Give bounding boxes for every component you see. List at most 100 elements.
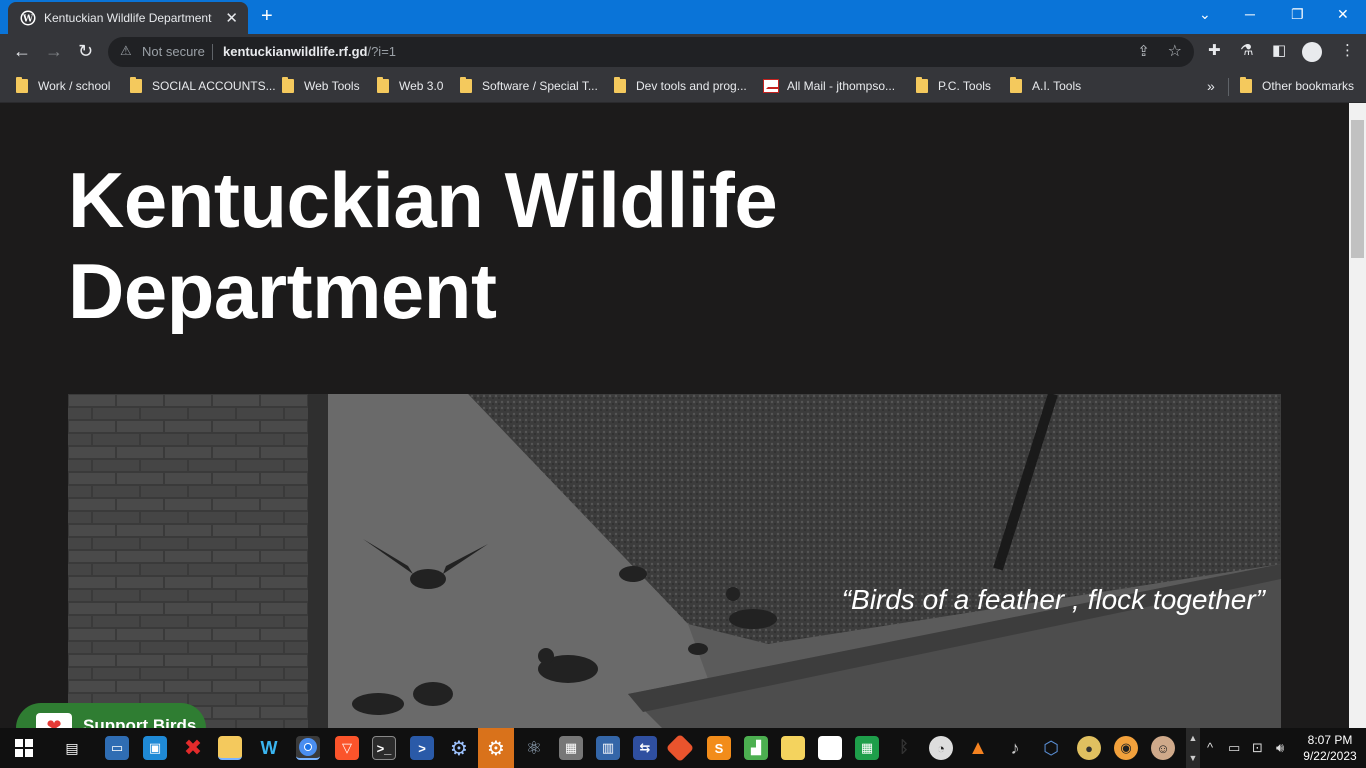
divider xyxy=(1228,78,1229,96)
bookmark-work-school[interactable]: Work / school xyxy=(16,76,110,96)
package-icon[interactable]: ▦ xyxy=(559,736,583,760)
forward-arrow-icon[interactable]: → xyxy=(45,42,63,60)
clock-time: 8:07 PM xyxy=(1307,733,1353,747)
task-view-icon[interactable]: ▤ xyxy=(60,736,84,760)
bookmark-web-tools[interactable]: Web Tools xyxy=(282,76,360,96)
bookmarks-bar: Work / school SOCIAL ACCOUNTS... Web Too… xyxy=(0,70,1366,103)
settings-gear-icon[interactable]: ⚙ xyxy=(447,736,471,760)
powershell-icon[interactable]: > xyxy=(410,736,434,760)
vlc-icon[interactable]: ▲ xyxy=(966,736,990,760)
side-panel-icon[interactable]: ◧ xyxy=(1272,41,1286,59)
file-explorer-icon[interactable] xyxy=(218,736,242,760)
bookmark-social-accounts[interactable]: SOCIAL ACCOUNTS... xyxy=(130,76,276,96)
warning-triangle-icon[interactable]: ⚠ xyxy=(120,43,132,59)
support-birds-button[interactable]: ❤ Support Birds xyxy=(16,703,206,728)
eye-app-icon[interactable]: ◉ xyxy=(1114,736,1138,760)
tray-overflow-icon[interactable]: ^ xyxy=(1207,740,1213,755)
tab-close-icon[interactable]: ✕ xyxy=(225,9,238,27)
folder-icon xyxy=(282,77,294,93)
bluetooth-icon[interactable]: ᛒ xyxy=(892,736,916,760)
tab-search-icon[interactable]: ⌄ xyxy=(1199,6,1211,23)
bookmarks-overflow-icon[interactable]: » xyxy=(1207,78,1215,94)
taskbar-clock[interactable]: 8:07 PM 9/22/2023 xyxy=(1300,732,1360,764)
bookmark-label: Web Tools xyxy=(304,79,360,93)
menu-kebab-icon[interactable]: ⋮ xyxy=(1340,41,1355,59)
brave-icon[interactable]: ▽ xyxy=(335,736,359,760)
tab-title: Kentuckian Wildlife Department xyxy=(44,11,212,25)
bookmark-label: Work / school xyxy=(38,79,111,93)
folder-icon xyxy=(16,77,28,93)
folder-icon xyxy=(916,77,928,93)
gmail-icon xyxy=(763,79,779,93)
folder-icon xyxy=(130,77,142,93)
bookmark-pc-tools[interactable]: P.C. Tools xyxy=(916,76,991,96)
labs-flask-icon[interactable]: ⚗ xyxy=(1240,41,1253,59)
back-arrow-icon[interactable]: ← xyxy=(13,42,31,60)
bookmark-label: Other bookmarks xyxy=(1262,79,1355,93)
folder-icon xyxy=(1010,77,1022,93)
document-icon[interactable] xyxy=(818,736,842,760)
bookmark-all-mail[interactable]: All Mail - jthompso... xyxy=(763,76,895,96)
avatar-app-icon[interactable]: ☺ xyxy=(1151,736,1175,760)
bookmark-other[interactable]: Other bookmarks xyxy=(1240,76,1354,96)
bookmark-web-3[interactable]: Web 3.0 xyxy=(377,76,443,96)
sheets-icon[interactable]: ▦ xyxy=(855,736,879,760)
scrollbar-thumb[interactable] xyxy=(1351,120,1364,258)
bookmark-ai-tools[interactable]: A.I. Tools xyxy=(1010,76,1081,96)
divider xyxy=(212,44,213,60)
restore-icon[interactable]: ❐ xyxy=(1291,6,1304,23)
folder-icon xyxy=(1240,77,1252,93)
bookmark-software[interactable]: Software / Special T... xyxy=(460,76,598,96)
chrome-icon[interactable] xyxy=(296,736,320,760)
browser-toolbar: ← → ↻ ⚠ Not secure kentuckianwildlife.rf… xyxy=(0,34,1366,70)
url-domain: kentuckianwildlife.rf.gd xyxy=(223,44,368,59)
disc-icon[interactable]: ● xyxy=(1077,736,1101,760)
control-panel-icon[interactable]: ▣ xyxy=(143,736,167,760)
virtualbox-icon[interactable]: ⬡ xyxy=(1039,736,1063,760)
microphone-icon[interactable]: ♪ xyxy=(1003,736,1027,760)
bookmark-star-icon[interactable]: ☆ xyxy=(1168,41,1182,61)
minimize-icon[interactable]: ─ xyxy=(1245,6,1255,22)
new-tab-button[interactable]: + xyxy=(261,5,273,28)
taskbar-scroll-arrows[interactable]: ▲ ▼ xyxy=(1186,728,1200,768)
site-title-line1: Kentuckian Wildlife xyxy=(68,156,778,244)
remote-icon[interactable]: ⇆ xyxy=(633,736,657,760)
extensions-puzzle-icon[interactable]: ✚ xyxy=(1208,41,1221,59)
network-icon[interactable]: ▥ xyxy=(596,736,620,760)
security-label[interactable]: Not secure xyxy=(142,44,205,59)
site-title-line2: Department xyxy=(68,247,497,335)
hero-image: “Birds of a feather , flock together” xyxy=(68,394,1281,728)
url-text[interactable]: kentuckianwildlife.rf.gd/?i=1 xyxy=(223,44,396,59)
terminal-icon[interactable]: >_ xyxy=(372,736,396,760)
settings-app-icon[interactable]: ⚙ xyxy=(478,728,514,768)
sublime-icon[interactable]: S xyxy=(707,736,731,760)
bookmark-label: Dev tools and prog... xyxy=(636,79,747,93)
folder-icon xyxy=(614,77,626,93)
spreadsheet-icon[interactable]: ▟ xyxy=(744,736,768,760)
site-title: Kentuckian Wildlife Department xyxy=(68,155,968,337)
share-icon[interactable]: ⇪ xyxy=(1137,42,1150,60)
bookmark-label: A.I. Tools xyxy=(1032,79,1082,93)
folder-icon xyxy=(460,77,472,93)
volume-icon[interactable]: 🔊︎ xyxy=(1276,740,1284,756)
network-tray-icon[interactable]: ⊡ xyxy=(1252,740,1263,756)
window-title-bar: W Kentuckian Wildlife Department ✕ + ⌄ ─… xyxy=(0,0,1366,34)
window-close-icon[interactable]: ✕ xyxy=(1337,6,1349,23)
computer-icon[interactable]: ▭ xyxy=(105,736,129,760)
start-icon[interactable] xyxy=(12,736,36,760)
address-bar[interactable]: ⚠ Not secure kentuckianwildlife.rf.gd/?i… xyxy=(108,37,1194,67)
git-icon[interactable] xyxy=(665,733,695,763)
support-birds-label: Support Birds xyxy=(83,716,197,728)
battery-icon[interactable]: ▭ xyxy=(1228,740,1240,756)
browser-tab-active[interactable]: W Kentuckian Wildlife Department ✕ xyxy=(8,2,248,34)
windows-taskbar: ▤ ▭ ▣ ✖ W ▽ >_ > ⚙ ⚙ ⚛ ▦ ▥ ⇆ S ▟ ▦ ᛒ ◔ ▲… xyxy=(0,728,1366,768)
profile-avatar-icon[interactable] xyxy=(1302,42,1322,62)
reload-icon[interactable]: ↻ xyxy=(78,42,93,60)
clock-app-icon[interactable]: ◔ xyxy=(929,736,953,760)
bookmark-dev-tools[interactable]: Dev tools and prog... xyxy=(614,76,747,96)
files-icon[interactable] xyxy=(781,736,805,760)
wave-app-icon[interactable]: W xyxy=(257,736,281,760)
close-x-app-icon[interactable]: ✖ xyxy=(181,735,205,760)
wordpress-icon: W xyxy=(20,10,36,26)
electron-icon[interactable]: ⚛ xyxy=(522,736,546,760)
